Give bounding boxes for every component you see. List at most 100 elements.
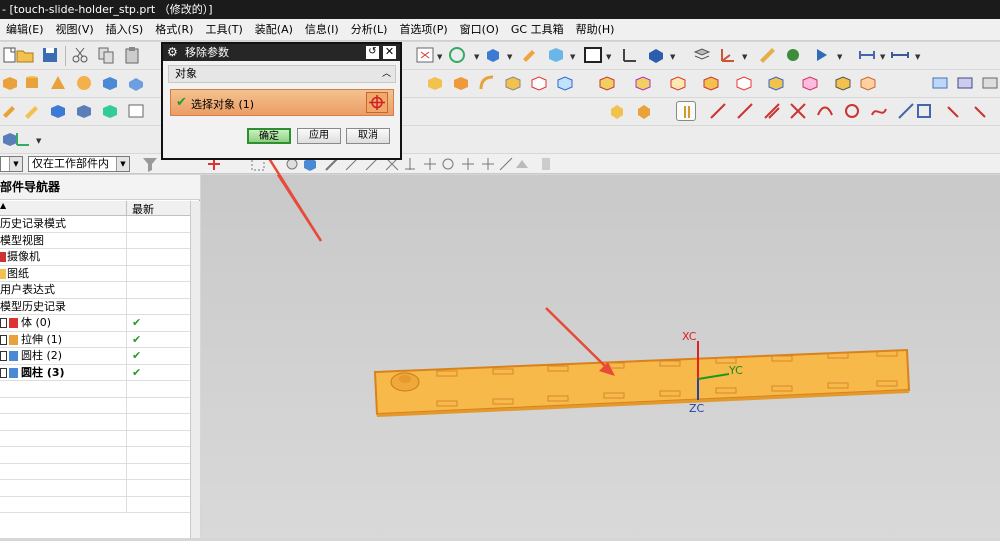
chevron-down-icon[interactable]: ▼ — [474, 54, 480, 61]
apply-button[interactable]: 应用 — [297, 128, 341, 144]
select-object-row[interactable]: ✔ 选择对象 (1) — [170, 89, 394, 116]
list-item[interactable]: 拉伸 (1) ✔ — [0, 331, 190, 348]
move-object-icon[interactable] — [646, 45, 666, 65]
spline-icon[interactable] — [869, 101, 889, 121]
cylinder-icon[interactable] — [22, 73, 42, 93]
feature-icon-13[interactable] — [800, 73, 820, 93]
chevron-down-icon[interactable]: ▼ — [606, 54, 612, 61]
edit-icon[interactable] — [0, 101, 20, 121]
snap-off-icon[interactable] — [536, 154, 552, 172]
menu-window[interactable]: 窗口(O) — [454, 19, 505, 41]
list-item[interactable]: 图纸 — [0, 265, 190, 282]
sphere-icon[interactable] — [74, 73, 94, 93]
line-icon-2[interactable] — [735, 101, 755, 121]
arc-icon-2[interactable] — [842, 101, 862, 121]
block-icon[interactable] — [0, 73, 20, 93]
grid-icon[interactable] — [914, 101, 934, 121]
feature-icon-12[interactable] — [766, 73, 786, 93]
list-item[interactable]: 圆柱 (2) ✔ — [0, 348, 190, 365]
save-icon[interactable] — [40, 45, 60, 65]
datum-csys-icon[interactable] — [718, 45, 738, 65]
feature-icon-9[interactable] — [668, 73, 688, 93]
surface-icon-2[interactable] — [955, 73, 975, 93]
menu-edit[interactable]: 编辑(E) — [0, 19, 50, 41]
type-filter-select[interactable]: ▼ — [0, 156, 23, 172]
navigator-scrollbar[interactable] — [190, 201, 200, 538]
line-icon[interactable] — [708, 101, 728, 121]
csys-icon[interactable] — [13, 129, 33, 149]
list-item[interactable]: 圆柱 (3) ✔ — [0, 364, 190, 381]
line-icon-4[interactable] — [788, 101, 808, 121]
move-face-icon[interactable] — [48, 101, 68, 121]
edit-display-icon[interactable] — [520, 45, 540, 65]
shaded-view-icon[interactable] — [483, 45, 503, 65]
curve-icon[interactable] — [945, 101, 965, 121]
copy-icon[interactable] — [96, 45, 116, 65]
snap-tangent-icon[interactable] — [420, 154, 436, 172]
chevron-down-icon[interactable]: ▼ — [742, 54, 748, 61]
feature-icon-7[interactable] — [597, 73, 617, 93]
chevron-down-icon[interactable]: ▼ — [670, 54, 676, 61]
feature-icon-15[interactable] — [858, 73, 878, 93]
menu-information[interactable]: 信息(I) — [299, 19, 345, 41]
surface-icon[interactable] — [930, 73, 950, 93]
menu-format[interactable]: 格式(R) — [149, 19, 199, 41]
snap-arc-center-icon[interactable] — [400, 154, 416, 172]
sort-up-icon[interactable]: ▲ — [0, 201, 6, 210]
rotate-view-icon[interactable] — [447, 45, 467, 65]
replace-face-icon[interactable] — [74, 101, 94, 121]
dialog-title-bar[interactable]: ⚙ 移除参数 ↺ ✕ — [163, 44, 400, 61]
offset-face-icon[interactable] — [100, 101, 120, 121]
chevron-down-icon[interactable]: ▼ — [570, 54, 576, 61]
snap-surface-icon[interactable] — [512, 154, 528, 172]
list-item[interactable]: 模型视图 — [0, 232, 190, 249]
close-icon[interactable]: ✕ — [383, 46, 396, 59]
line-icon-3[interactable] — [762, 101, 782, 121]
menu-insert[interactable]: 插入(S) — [100, 19, 150, 41]
show-hide-icon[interactable] — [546, 45, 566, 65]
table-icon[interactable] — [126, 101, 146, 121]
layer-icon[interactable] — [692, 45, 712, 65]
cone-icon[interactable] — [48, 73, 68, 93]
crosshair-select-icon[interactable] — [366, 92, 388, 113]
scope-filter-select[interactable]: 仅在工作部件内 ▼ — [28, 156, 130, 172]
col-latest-header[interactable]: 最新 — [126, 201, 190, 216]
object-section-header[interactable]: 对象 ︿ — [168, 65, 396, 83]
ok-button[interactable]: 确定 — [247, 128, 291, 144]
feature-icon-10[interactable] — [701, 73, 721, 93]
checkbox[interactable] — [0, 351, 7, 361]
chevron-down-icon[interactable]: ▼ — [837, 54, 843, 61]
feature-icon-8[interactable] — [633, 73, 653, 93]
cut-icon[interactable] — [70, 45, 90, 65]
slide-holder-part[interactable] — [373, 348, 911, 417]
list-item[interactable]: 摄像机 — [0, 249, 190, 266]
chevron-down-icon[interactable]: ▼ — [915, 54, 921, 61]
checkbox[interactable] — [0, 367, 7, 378]
chevron-up-icon[interactable]: ︿ — [382, 66, 391, 82]
filter-icon[interactable] — [140, 154, 157, 172]
menu-help[interactable]: 帮助(H) — [570, 19, 621, 41]
feature-icon-14[interactable] — [833, 73, 853, 93]
paste-icon[interactable] — [122, 45, 142, 65]
background-icon[interactable] — [583, 45, 603, 65]
snap-quadrant-icon[interactable] — [458, 154, 474, 172]
feature-icon-4[interactable] — [503, 73, 523, 93]
open-file-icon[interactable] — [15, 45, 35, 65]
feature-icon-1[interactable] — [425, 73, 445, 93]
menu-assembly[interactable]: 装配(A) — [249, 19, 299, 41]
play-icon[interactable] — [812, 45, 832, 65]
dimension-icon[interactable] — [857, 45, 877, 65]
feature-icon-6[interactable] — [555, 73, 575, 93]
list-item[interactable]: 体 (0) ✔ — [0, 315, 190, 332]
checkbox[interactable] — [0, 318, 7, 328]
view-fit-icon[interactable] — [415, 45, 435, 65]
chevron-down-icon[interactable]: ▼ — [880, 54, 886, 61]
feature-icon-2[interactable] — [451, 73, 471, 93]
gear-icon[interactable]: ⚙ — [167, 46, 180, 59]
menu-analysis[interactable]: 分析(L) — [345, 19, 394, 41]
feature-icon-11[interactable] — [734, 73, 754, 93]
polygon-icon[interactable] — [896, 101, 916, 121]
feature-icon-3[interactable] — [477, 73, 497, 93]
list-item[interactable]: 用户表达式 — [0, 282, 190, 299]
curve-icon-2[interactable] — [972, 101, 992, 121]
